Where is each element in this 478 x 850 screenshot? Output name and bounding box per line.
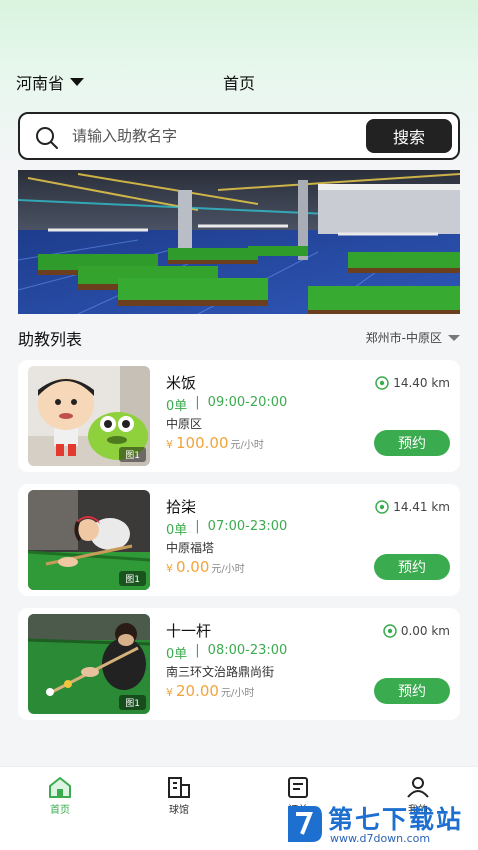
coach-distance: 14.40 km (375, 376, 450, 390)
coach-photo: 图1 (28, 366, 150, 466)
distance-value: 14.41 km (393, 500, 450, 514)
nav-item-venue[interactable]: 球馆 (139, 775, 219, 825)
coach-card[interactable]: 图1 十一杆 0单 | 08:00-23:00 南三环文治路鼎尚街 ¥ 20.0… (18, 608, 460, 720)
site-watermark: 第七下载站 www.d7down.com (282, 798, 478, 850)
coach-distance: 0.00 km (383, 624, 450, 638)
coach-location: 南三环文治路鼎尚街 (166, 665, 275, 679)
coach-list-header: 助教列表 郑州市-中原区 (18, 326, 460, 350)
nav-item-home[interactable]: 首页 (20, 775, 100, 825)
search-bar: 搜索 (18, 112, 460, 160)
nav-label: 球馆 (169, 805, 189, 816)
watermark-logo-icon (288, 806, 322, 842)
image-tag: 图1 (119, 571, 146, 586)
image-tag: 图1 (119, 695, 146, 710)
nav-label: 首页 (50, 805, 70, 816)
caret-down-icon (448, 334, 460, 341)
coach-photo: 图1 (28, 614, 150, 714)
watermark-brand: 第七下载站 (328, 805, 464, 834)
location-icon (375, 376, 389, 390)
banner-image[interactable] (18, 170, 460, 314)
watermark-url: www.d7down.com (330, 832, 431, 845)
price-unit: 元/小时 (230, 440, 264, 451)
coach-meta: 0单 | 08:00-23:00 (166, 643, 287, 662)
coach-meta: 0单 | 07:00-23:00 (166, 519, 287, 538)
coach-photo: 图1 (28, 490, 150, 590)
home-icon (49, 777, 71, 798)
order-count: 0单 (166, 523, 188, 538)
book-button[interactable]: 预约 (374, 430, 450, 456)
book-button[interactable]: 预约 (374, 678, 450, 704)
image-tag: 图1 (119, 447, 146, 462)
coach-name: 十一杆 (166, 622, 212, 640)
profile-icon (407, 777, 429, 798)
currency-symbol: ¥ (166, 438, 173, 451)
coach-name: 拾柒 (166, 498, 197, 516)
page-title: 首页 (222, 74, 255, 93)
section-title: 助教列表 (18, 330, 83, 349)
working-hours: 09:00-20:00 (207, 395, 288, 410)
coach-card[interactable]: 图1 米饭 0单 | 09:00-20:00 中原区 ¥ 100.00 元/小时… (18, 360, 460, 472)
currency-symbol: ¥ (166, 686, 173, 699)
coach-distance: 14.41 km (375, 500, 450, 514)
order-count: 0单 (166, 399, 188, 414)
location-icon (383, 624, 397, 638)
coach-location: 中原区 (166, 417, 203, 431)
region-selector[interactable]: 郑州市-中原区 (366, 329, 460, 346)
coach-card[interactable]: 图1 拾柒 0单 | 07:00-23:00 中原福塔 ¥ 0.00 元/小时 … (18, 484, 460, 596)
separator: | (195, 519, 200, 534)
order-icon (288, 777, 308, 798)
working-hours: 07:00-23:00 (207, 519, 288, 534)
coach-price: ¥ 20.00 元/小时 (166, 682, 254, 700)
currency-symbol: ¥ (166, 562, 173, 575)
distance-value: 14.40 km (393, 376, 450, 390)
billiard-hall-photo (18, 170, 460, 314)
price-unit: 元/小时 (220, 688, 255, 699)
location-icon (375, 500, 389, 514)
price-amount: 20.00 (176, 682, 219, 700)
order-count: 0单 (166, 647, 188, 662)
distance-value: 0.00 km (400, 624, 450, 638)
working-hours: 08:00-23:00 (207, 643, 288, 658)
top-bar: 河南省 首页 (0, 62, 478, 98)
search-button[interactable]: 搜索 (366, 119, 452, 153)
price-amount: 100.00 (176, 434, 229, 452)
price-amount: 0.00 (176, 558, 210, 576)
coach-name: 米饭 (166, 374, 197, 392)
search-input[interactable] (72, 124, 372, 148)
separator: | (195, 395, 200, 410)
separator: | (195, 643, 200, 658)
coach-location: 中原福塔 (166, 541, 215, 555)
region-label: 郑州市-中原区 (365, 331, 442, 345)
book-button[interactable]: 预约 (374, 554, 450, 580)
coach-price: ¥ 100.00 元/小时 (166, 434, 264, 452)
venue-icon (168, 777, 190, 798)
search-icon (36, 127, 58, 149)
coach-price: ¥ 0.00 元/小时 (166, 558, 245, 576)
coach-meta: 0单 | 09:00-20:00 (166, 395, 287, 414)
price-unit: 元/小时 (211, 564, 245, 575)
